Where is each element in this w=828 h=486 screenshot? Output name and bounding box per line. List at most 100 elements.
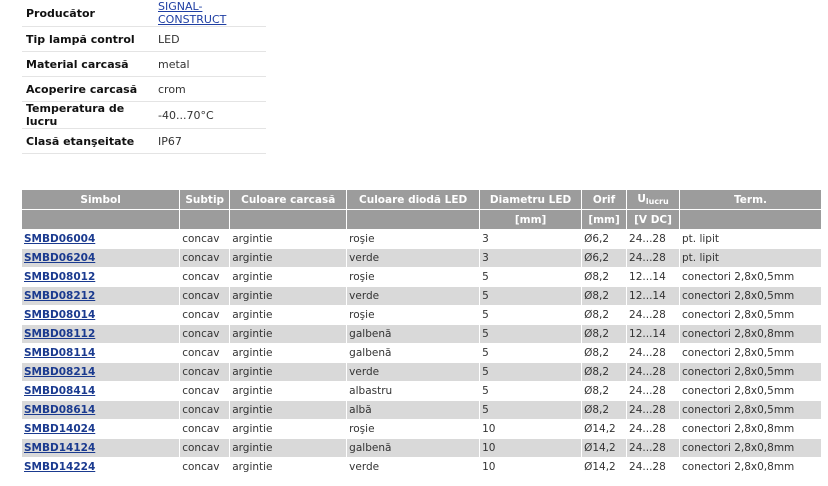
product-code-link[interactable]: SMBD08214 [24, 366, 95, 378]
table-row: SMBD08414 concav argintie albastru 5 Ø8,2 24..… [22, 381, 822, 401]
cell-u-lucru: 24...28 [626, 400, 681, 420]
cell-culoare-carcasa: argintie [229, 343, 348, 363]
cell-u-lucru: 12...14 [626, 267, 681, 287]
property-label: Acoperire carcasă [22, 76, 154, 102]
property-value: crom [154, 76, 266, 102]
cell-culoare-carcasa: argintie [229, 438, 348, 458]
unit-culoare-carcasa [229, 209, 348, 230]
col-header-term: Term. [679, 190, 822, 210]
manufacturer-link[interactable]: SIGNAL-CONSTRUCT [158, 0, 226, 26]
cell-term: conectori 2,8x0,8mm [679, 419, 822, 439]
cell-orif: Ø6,2 [581, 248, 628, 268]
table-row: SMBD08614 concav argintie albă 5 Ø8,2 24...28 c… [22, 400, 822, 420]
cell-orif: Ø14,2 [581, 419, 628, 439]
product-properties: Producător SIGNAL-CONSTRUCT Tip lampă cont… [22, 0, 266, 154]
cell-culoare-carcasa: argintie [229, 362, 348, 382]
product-code-link[interactable]: SMBD14224 [24, 461, 95, 473]
cell-culoare-dioda: roşie [346, 419, 481, 439]
product-code-link[interactable]: SMBD08014 [24, 309, 95, 321]
product-code-link[interactable]: SMBD08414 [24, 385, 95, 397]
property-value: IP67 [154, 128, 266, 154]
cell-culoare-dioda: roşie [346, 267, 481, 287]
cell-term: conectori 2,8x0,8mm [679, 438, 822, 458]
col-header-subtip: Subtip [179, 190, 231, 210]
product-code-link[interactable]: SMBD08212 [24, 290, 95, 302]
col-header-u-lucru: Ulucru [626, 190, 681, 210]
cell-u-lucru: 12...14 [626, 324, 681, 344]
cell-simbol: SMBD08214 [22, 362, 181, 382]
cell-culoare-dioda: verde [346, 362, 481, 382]
col-header-diametru-led: Diametru LED [479, 190, 583, 210]
cell-culoare-dioda: roşie [346, 305, 481, 325]
product-code-link[interactable]: SMBD14124 [24, 442, 95, 454]
cell-diametru-led: 5 [479, 381, 583, 401]
unit-diametru-led: [mm] [479, 209, 583, 230]
cell-orif: Ø8,2 [581, 381, 628, 401]
table-row: SMBD14124 concav argintie galbenă 10 Ø14,2 24.… [22, 438, 822, 458]
header-row: Simbol Subtip Culoare carcasă Culoare di… [22, 190, 822, 210]
cell-term: conectori 2,8x0,5mm [679, 286, 822, 306]
property-value-cell: SIGNAL-CONSTRUCT [154, 0, 266, 27]
cell-diametru-led: 10 [479, 419, 583, 439]
unit-term [679, 209, 822, 230]
col-header-simbol: Simbol [22, 190, 181, 210]
cell-subtip: concav [179, 381, 231, 401]
product-code-link[interactable]: SMBD08614 [24, 404, 95, 416]
cell-diametru-led: 3 [479, 248, 583, 268]
cell-diametru-led: 5 [479, 362, 583, 382]
cell-orif: Ø14,2 [581, 438, 628, 458]
table-row: SMBD08212 concav argintie verde 5 Ø8,2 12...14… [22, 286, 822, 306]
product-code-link[interactable]: SMBD06004 [24, 233, 95, 245]
cell-simbol: SMBD14224 [22, 457, 181, 477]
cell-subtip: concav [179, 419, 231, 439]
cell-diametru-led: 5 [479, 305, 583, 325]
cell-diametru-led: 3 [479, 229, 583, 249]
product-code-link[interactable]: SMBD08112 [24, 328, 95, 340]
cell-orif: Ø8,2 [581, 400, 628, 420]
cell-diametru-led: 5 [479, 267, 583, 287]
cell-simbol: SMBD08614 [22, 400, 181, 420]
cell-subtip: concav [179, 457, 231, 477]
cell-culoare-carcasa: argintie [229, 381, 348, 401]
cell-orif: Ø8,2 [581, 305, 628, 325]
cell-diametru-led: 5 [479, 343, 583, 363]
property-row: Material carcasă metal [22, 51, 266, 77]
property-row: Tip lampă control LED [22, 26, 266, 52]
cell-diametru-led: 5 [479, 286, 583, 306]
unit-subtip [179, 209, 231, 230]
property-label: Producător [22, 0, 154, 27]
col-header-culoare-carcasa: Culoare carcasă [229, 190, 348, 210]
cell-orif: Ø14,2 [581, 457, 628, 477]
product-code-link[interactable]: SMBD14024 [24, 423, 95, 435]
cell-simbol: SMBD14024 [22, 419, 181, 439]
product-code-link[interactable]: SMBD08012 [24, 271, 95, 283]
u-symbol: U [637, 193, 646, 205]
cell-subtip: concav [179, 324, 231, 344]
product-code-link[interactable]: SMBD08114 [24, 347, 95, 359]
table-row: SMBD14024 concav argintie roşie 10 Ø14,2 24...… [22, 419, 822, 439]
units-row: [mm] [mm] [V DC] [22, 209, 822, 230]
product-code-link[interactable]: SMBD06204 [24, 252, 95, 264]
property-label: Material carcasă [22, 51, 154, 77]
cell-subtip: concav [179, 229, 231, 249]
table-row: SMBD08114 concav argintie galbenă 5 Ø8,2 24...… [22, 343, 822, 363]
cell-u-lucru: 24...28 [626, 381, 681, 401]
cell-diametru-led: 5 [479, 324, 583, 344]
property-row: Temperatura de lucru -40...70°C [22, 101, 266, 129]
col-header-orif: Orif [581, 190, 628, 210]
cell-u-lucru: 24...28 [626, 229, 681, 249]
cell-diametru-led: 10 [479, 457, 583, 477]
property-value: -40...70°C [154, 101, 266, 129]
cell-term: conectori 2,8x0,5mm [679, 267, 822, 287]
property-label: Temperatura de lucru [22, 101, 154, 129]
cell-term: conectori 2,8x0,5mm [679, 362, 822, 382]
cell-subtip: concav [179, 438, 231, 458]
cell-culoare-carcasa: argintie [229, 248, 348, 268]
table-row: SMBD08012 concav argintie roşie 5 Ø8,2 12...14… [22, 267, 822, 287]
unit-culoare-dioda [346, 209, 481, 230]
cell-diametru-led: 10 [479, 438, 583, 458]
cell-orif: Ø8,2 [581, 267, 628, 287]
cell-term: conectori 2,8x0,8mm [679, 324, 822, 344]
product-variants-table: Simbol Subtip Culoare carcasă Culoare di… [22, 190, 822, 477]
unit-u-lucru: [V DC] [626, 209, 681, 230]
